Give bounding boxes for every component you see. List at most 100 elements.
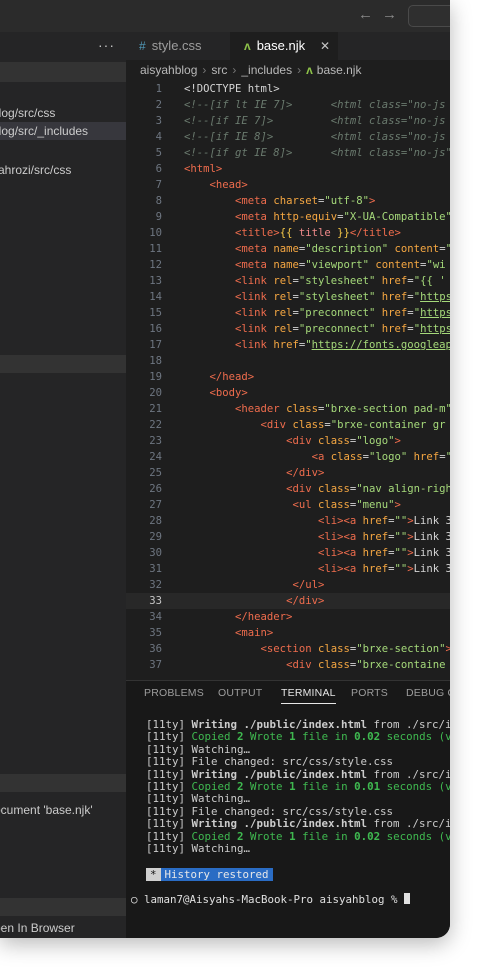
line-number: 17	[149, 339, 162, 351]
panel-tab-output[interactable]: OUTPUT	[218, 687, 262, 699]
line-number: 14	[149, 291, 162, 303]
code-text: <li><a href="">Link 3	[317, 563, 450, 575]
line-number: 1	[155, 83, 162, 95]
line-number: 10	[149, 227, 162, 239]
terminal-segment: [11ty]	[146, 730, 192, 744]
terminal-segment: [11ty]	[146, 817, 192, 831]
code-line[interactable]: 10 <title>{{ title }}</title>	[126, 225, 450, 241]
sidebar-bottom-section[interactable]	[0, 898, 126, 916]
open-in-browser-item[interactable]: pen In Browser	[0, 919, 75, 937]
code-text: <!--[if lt IE 7]> <html class="no-js	[184, 99, 446, 111]
code-line[interactable]: 33 </div>	[126, 593, 450, 609]
breadcrumb-file[interactable]: base.njk	[317, 63, 362, 77]
code-line[interactable]: 37 <div class="brxe-containe	[126, 657, 450, 673]
terminal-segment: Copied	[191, 730, 238, 744]
forward-arrow-icon[interactable]: →	[382, 6, 397, 24]
code-line[interactable]: 19 </head>	[126, 369, 450, 385]
code-text: <link rel="stylesheet" href="https:	[235, 291, 450, 303]
code-line[interactable]: 30 <li><a href="">Link 3	[126, 545, 450, 561]
code-line[interactable]: 5 <!--[if gt IE 8]> <html class="no-js"	[126, 145, 450, 161]
code-line[interactable]: 15 <link rel="preconnect" href="https:	[126, 305, 450, 321]
code-line[interactable]: 1 <!DOCTYPE html>	[126, 81, 450, 97]
timeline-section-header[interactable]	[0, 774, 126, 792]
nunjucks-file-icon: ʌ	[306, 63, 313, 77]
code-line[interactable]: 28 <li><a href="">Link 3	[126, 513, 450, 529]
terminal-segment: 0.02	[354, 730, 381, 744]
terminal-segment: seconds (v3.0	[386, 730, 450, 744]
terminal-prompt[interactable]: ○ laman7@Aisyahs-MacBook-Pro aisyahblog …	[131, 893, 411, 906]
history-star: *	[146, 868, 161, 881]
code-line[interactable]: 14 <link rel="stylesheet" href="https:	[126, 289, 450, 305]
code-editor[interactable]: 1 <!DOCTYPE html> 2 <!--[if lt IE 7]> <html…	[126, 80, 450, 680]
code-line[interactable]: 7 <head>	[126, 177, 450, 193]
terminal-output[interactable]: [11ty] Writing ./public/index.html from …	[146, 718, 450, 855]
code-text: <meta name="description" content="	[235, 243, 450, 255]
code-text: <div class="nav align-right	[286, 483, 450, 495]
code-line[interactable]: 20 <body>	[126, 385, 450, 401]
terminal-segment: [11ty] File changed: src/css/style.css	[146, 755, 394, 769]
terminal-segment: [11ty] Watching…	[146, 742, 251, 756]
code-line[interactable]: 23 <div class="logo">	[126, 433, 450, 449]
code-line[interactable]: 6 <html>	[126, 161, 450, 177]
code-text: <link href="https://fonts.googleap	[235, 339, 450, 351]
explorer-section-header[interactable]	[0, 62, 126, 82]
code-text: <header class="brxe-section pad-m"	[235, 403, 450, 415]
terminal-segment: from ./src/inde	[373, 718, 450, 731]
code-text: <a class="logo" href="	[311, 451, 450, 463]
more-actions-icon[interactable]: ···	[98, 37, 115, 53]
panel-tab-debug-c[interactable]: DEBUG C	[406, 687, 450, 699]
code-line[interactable]: 34 </header>	[126, 609, 450, 625]
chevron-right-icon: ›	[202, 63, 207, 77]
line-number: 11	[149, 243, 162, 255]
code-line[interactable]: 13 <link rel="stylesheet" href="{{ '	[126, 273, 450, 289]
code-line[interactable]: 32 </ul>	[126, 577, 450, 593]
sidebar-item[interactable]: yahrozi/src/css	[0, 161, 126, 179]
outline-section-header[interactable]	[0, 355, 126, 373]
code-line[interactable]: 11 <meta name="description" content="	[126, 241, 450, 257]
tab-base-njk[interactable]: ʌ base.njk ✕	[230, 32, 338, 60]
code-line[interactable]: 29 <li><a href="">Link 3	[126, 529, 450, 545]
code-line[interactable]: 25 </div>	[126, 465, 450, 481]
panel-tab-ports[interactable]: PORTS	[351, 687, 388, 699]
line-number: 22	[149, 419, 162, 431]
sidebar-status-message: ocument 'base.njk'	[0, 803, 93, 817]
code-line[interactable]: 2 <!--[if lt IE 7]> <html class="no-js	[126, 97, 450, 113]
terminal-segment: 0.01	[354, 779, 381, 793]
code-line[interactable]: 31 <li><a href="">Link 3	[126, 561, 450, 577]
breadcrumb-item[interactable]: src	[211, 63, 227, 77]
line-number: 21	[149, 403, 162, 415]
code-line[interactable]: 3 <!--[if IE 7]> <html class="no-js	[126, 113, 450, 129]
code-line[interactable]: 24 <a class="logo" href="	[126, 449, 450, 465]
code-line[interactable]: 16 <link rel="preconnect" href="https:	[126, 321, 450, 337]
editor-window: ← → ··· blog/src/cssblog/src/_includesya…	[0, 0, 450, 938]
tab-style-css[interactable]: # style.css	[126, 32, 230, 60]
close-tab-icon[interactable]: ✕	[320, 32, 330, 60]
sidebar-item[interactable]: blog/src/_includes	[0, 122, 126, 140]
terminal-segment: from ./src/inde	[373, 817, 450, 831]
line-number: 19	[149, 371, 162, 383]
breadcrumb-item[interactable]: aisyahblog	[140, 63, 197, 77]
code-line[interactable]: 18	[126, 353, 450, 369]
terminal-segment: Writing ./public/index.html	[191, 767, 374, 781]
code-line[interactable]: 8 <meta charset="utf-8">	[126, 193, 450, 209]
code-line[interactable]: 4 <!--[if IE 8]> <html class="no-js	[126, 129, 450, 145]
code-line[interactable]: 27 <ul class="menu">	[126, 497, 450, 513]
panel-tab-problems[interactable]: PROBLEMS	[144, 687, 204, 699]
code-line[interactable]: 22 <div class="brxe-container gr	[126, 417, 450, 433]
panel-tab-terminal[interactable]: TERMINAL	[281, 687, 336, 704]
breadcrumb-item[interactable]: _includes	[241, 63, 292, 77]
command-center-search[interactable]	[408, 5, 450, 27]
code-line[interactable]: 9 <meta http-equiv="X-UA-Compatible"	[126, 209, 450, 225]
code-line[interactable]: 35 <main>	[126, 625, 450, 641]
code-text: <meta http-equiv="X-UA-Compatible"	[235, 211, 450, 223]
code-line[interactable]: 17 <link href="https://fonts.googleap	[126, 337, 450, 353]
code-line[interactable]: 21 <header class="brxe-section pad-m"	[126, 401, 450, 417]
line-number: 20	[149, 387, 162, 399]
code-line[interactable]: 36 <section class="brxe-section">	[126, 641, 450, 657]
code-line[interactable]: 26 <div class="nav align-right	[126, 481, 450, 497]
code-line[interactable]: 12 <meta name="viewport" content="wi	[126, 257, 450, 273]
back-arrow-icon[interactable]: ←	[358, 6, 373, 24]
sidebar-item[interactable]: blog/src/css	[0, 104, 126, 122]
line-number: 15	[149, 307, 162, 319]
line-number: 8	[155, 195, 162, 207]
